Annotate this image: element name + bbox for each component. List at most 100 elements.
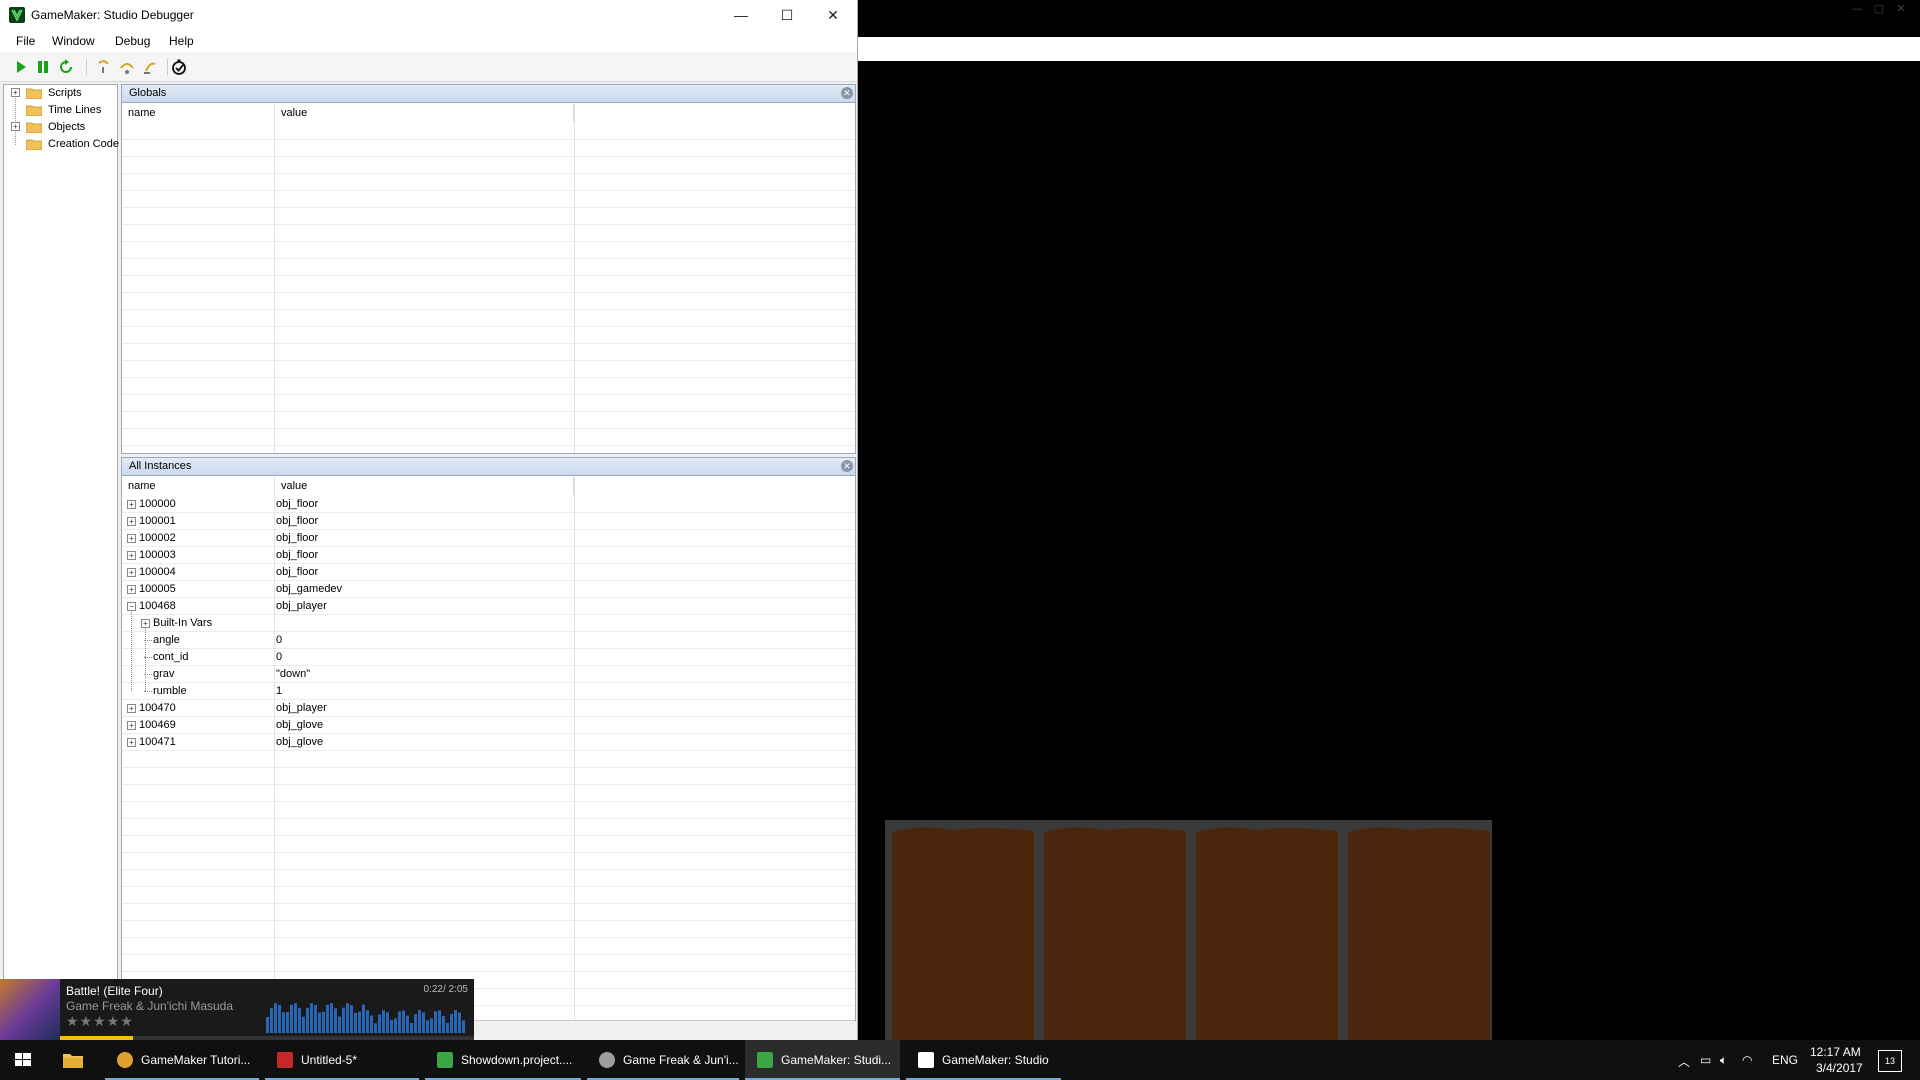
step-over-icon[interactable] xyxy=(118,58,136,76)
cell-value[interactable]: obj_glove xyxy=(276,736,323,748)
cell-value[interactable]: obj_floor xyxy=(276,515,318,527)
cell-value[interactable]: obj_glove xyxy=(276,719,323,731)
table-row[interactable]: +100470 obj_player xyxy=(122,700,855,717)
tree-item-objects[interactable]: + Objects xyxy=(4,119,117,136)
instances-grid[interactable]: +100000 obj_floor +100001 obj_floor +100002 o… xyxy=(122,496,855,1020)
visualizer-bar xyxy=(454,1010,457,1033)
battery-icon[interactable]: ▭ xyxy=(1700,1053,1711,1067)
close-button[interactable]: ✕ xyxy=(810,0,856,30)
cell-value[interactable]: obj_player xyxy=(276,600,327,612)
column-header-name[interactable]: name xyxy=(122,477,275,495)
cell-value[interactable]: 1 xyxy=(276,685,282,697)
cell-value[interactable]: 0 xyxy=(276,634,282,646)
expand-icon[interactable]: + xyxy=(11,88,20,97)
taskbar-app-button[interactable]: Game Freak & Jun'i... xyxy=(587,1040,739,1080)
table-row[interactable]: rumble 1 xyxy=(122,683,855,700)
cell-name: Built-In Vars xyxy=(153,617,213,629)
expand-icon[interactable]: + xyxy=(127,500,136,509)
pause-icon[interactable] xyxy=(34,58,52,76)
file-explorer-icon[interactable] xyxy=(62,1051,84,1069)
game-minimize-button[interactable]: — xyxy=(1846,3,1868,15)
step-out-icon[interactable] xyxy=(141,58,159,76)
language-indicator[interactable]: ENG xyxy=(1772,1053,1798,1067)
run-icon[interactable] xyxy=(12,58,30,76)
windows-start-icon[interactable] xyxy=(0,1040,46,1080)
expand-icon[interactable]: + xyxy=(127,534,136,543)
music-player-overlay[interactable]: Battle! (Elite Four) Game Freak & Jun'ic… xyxy=(0,979,474,1040)
tree-item-creation-code[interactable]: Creation Code xyxy=(4,136,119,153)
expand-icon[interactable]: + xyxy=(127,517,136,526)
chevron-up-icon[interactable]: ︿ xyxy=(1678,1053,1690,1070)
restart-icon[interactable] xyxy=(57,58,75,76)
globals-grid[interactable] xyxy=(122,123,855,453)
table-row[interactable]: +100001 obj_floor xyxy=(122,513,855,530)
cell-value[interactable]: obj_floor xyxy=(276,532,318,544)
tree-item-time-lines[interactable]: Time Lines xyxy=(4,102,117,119)
tree-item-scripts[interactable]: + Scripts xyxy=(4,85,117,102)
table-row[interactable]: +100471 obj_glove xyxy=(122,734,855,751)
table-row[interactable]: +100005 obj_gamedev xyxy=(122,581,855,598)
clock-date[interactable]: 3/4/2017 xyxy=(1816,1061,1863,1075)
game-maximize-button[interactable]: ▢ xyxy=(1868,2,1890,15)
expand-icon[interactable]: + xyxy=(11,122,20,131)
cell-value[interactable]: obj_gamedev xyxy=(276,583,342,595)
menu-help[interactable]: Help xyxy=(169,34,194,48)
expand-icon[interactable]: + xyxy=(127,721,136,730)
menu-file[interactable]: File xyxy=(16,34,35,48)
tree-item-label: Scripts xyxy=(48,87,82,99)
step-into-icon[interactable] xyxy=(95,58,113,76)
game-close-button[interactable]: ✕ xyxy=(1890,2,1912,15)
visualizer-bar xyxy=(366,1010,369,1033)
volume-icon[interactable]: 🔈︎ xyxy=(1720,1053,1727,1068)
notification-center-icon[interactable]: 13 xyxy=(1878,1050,1902,1072)
maximize-button[interactable]: ☐ xyxy=(764,0,810,30)
game-menubar xyxy=(700,37,1920,61)
menu-debug[interactable]: Debug xyxy=(115,34,150,48)
expand-icon[interactable]: + xyxy=(127,704,136,713)
cell-value[interactable]: 0 xyxy=(276,651,282,663)
expand-icon[interactable]: + xyxy=(127,738,136,747)
taskbar-app-button[interactable]: GameMaker: Studio xyxy=(906,1040,1061,1080)
folder-icon xyxy=(26,122,42,133)
cell-value[interactable]: obj_floor xyxy=(276,498,318,510)
close-icon[interactable]: ✕ xyxy=(841,87,853,99)
cell-value[interactable]: obj_player xyxy=(276,702,327,714)
table-row[interactable]: grav "down" xyxy=(122,666,855,683)
table-row[interactable]: +100004 obj_floor xyxy=(122,564,855,581)
minimize-button[interactable]: — xyxy=(718,0,764,30)
table-row[interactable]: −100468 obj_player xyxy=(122,598,855,615)
game-canvas[interactable] xyxy=(700,62,1920,1040)
clock-time[interactable]: 12:17 AM xyxy=(1810,1045,1861,1059)
taskbar-app-button[interactable]: GameMaker Tutori... xyxy=(105,1040,259,1080)
table-row[interactable]: +100002 obj_floor xyxy=(122,530,855,547)
table-row[interactable]: + Built-In Vars xyxy=(122,615,855,632)
table-row[interactable]: +100003 obj_floor xyxy=(122,547,855,564)
panel-title: Globals xyxy=(129,87,167,99)
cell-value[interactable]: obj_floor xyxy=(276,549,318,561)
column-header-value[interactable]: value xyxy=(275,104,574,122)
taskbar-app-button[interactable]: GameMaker: Studi... xyxy=(745,1040,900,1080)
track-rating[interactable]: ★★★★★ xyxy=(66,1013,134,1030)
taskbar-app-button[interactable]: Showdown.project.... xyxy=(425,1040,581,1080)
table-row[interactable]: +100469 obj_glove xyxy=(122,717,855,734)
expand-icon[interactable]: + xyxy=(127,568,136,577)
menu-window[interactable]: Window xyxy=(52,34,95,48)
cell-value[interactable]: "down" xyxy=(276,668,310,680)
floor-block xyxy=(1348,827,1490,1040)
table-row[interactable]: cont_id 0 xyxy=(122,649,855,666)
table-row[interactable]: angle 0 xyxy=(122,632,855,649)
column-header-name[interactable]: name xyxy=(122,104,275,122)
visualizer-bar xyxy=(406,1015,409,1033)
visualizer-bar xyxy=(306,1007,309,1033)
expand-icon[interactable]: + xyxy=(127,585,136,594)
close-icon[interactable]: ✕ xyxy=(841,460,853,472)
debugger-window: GameMaker: Studio Debugger — ☐ ✕ File Wi… xyxy=(0,0,858,1040)
column-header-value[interactable]: value xyxy=(275,477,574,495)
cell-value[interactable]: obj_floor xyxy=(276,566,318,578)
table-row[interactable]: +100000 obj_floor xyxy=(122,496,855,513)
expand-icon[interactable]: + xyxy=(127,551,136,560)
taskbar-app-button[interactable]: Untitled-5* xyxy=(265,1040,419,1080)
network-icon[interactable]: ◠ xyxy=(1742,1053,1752,1067)
realtime-icon[interactable] xyxy=(170,58,188,76)
tree-connector xyxy=(144,691,152,692)
